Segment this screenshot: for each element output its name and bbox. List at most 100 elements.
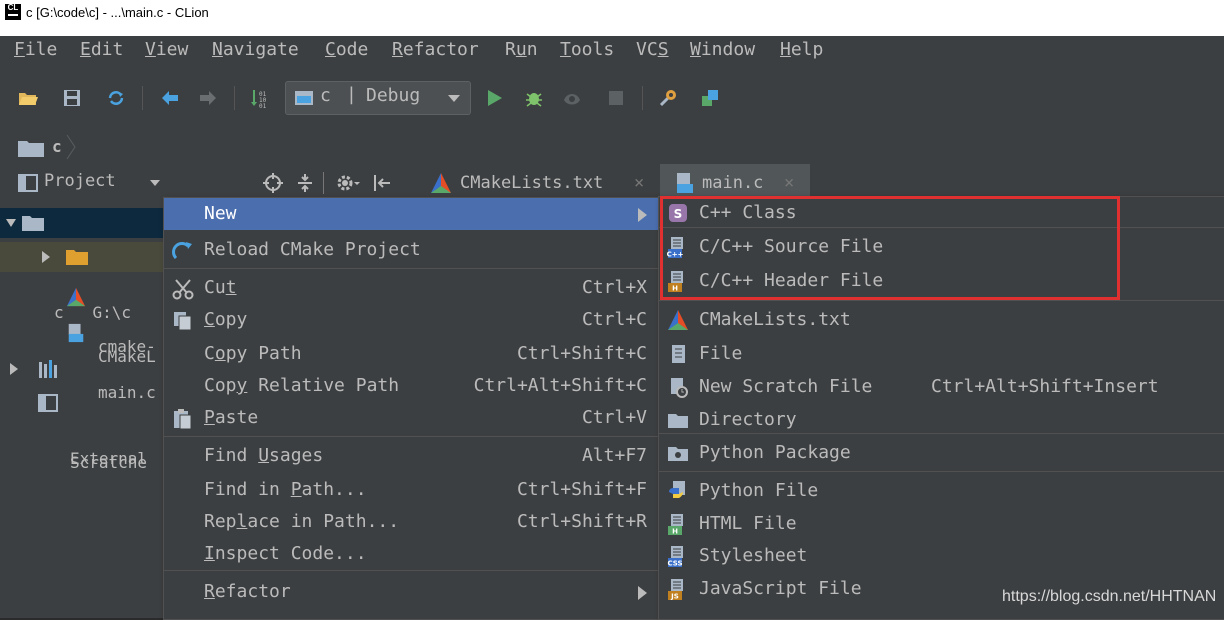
- menu-item-label: JavaScript File: [699, 578, 862, 599]
- tree-item-cmakelists[interactable]: CMakeL: [0, 282, 165, 366]
- folder-icon: [18, 141, 44, 157]
- context-menu-item-copy-path[interactable]: Copy Path Ctrl+Shift+C: [164, 338, 658, 370]
- cmake-icon: [431, 173, 451, 193]
- debug-bug-icon[interactable]: [524, 88, 544, 108]
- menu-item-shortcut: Ctrl+Alt+Shift+Insert: [931, 376, 1159, 397]
- tree-item-label: Scratche: [70, 453, 148, 472]
- context-menu-item-replace-in-path[interactable]: Replace in Path... Ctrl+Shift+R: [164, 506, 658, 538]
- menu-help[interactable]: Help: [780, 39, 823, 60]
- tree-item-external-libraries[interactable]: External: [0, 354, 165, 468]
- javascript-file-icon: JS: [668, 579, 683, 600]
- menu-edit[interactable]: Edit: [80, 39, 123, 60]
- menu-code[interactable]: Code: [325, 39, 368, 60]
- menu-file[interactable]: File: [14, 39, 57, 60]
- menu-item-shortcut: Alt+F7: [581, 445, 647, 466]
- menu-navigate[interactable]: Navigate: [212, 39, 299, 60]
- paste-icon: [174, 409, 192, 430]
- profiler-icon[interactable]: [562, 88, 582, 108]
- collapse-all-icon[interactable]: [296, 173, 314, 193]
- c-file-icon: [68, 323, 84, 343]
- svg-text:01: 01: [259, 103, 267, 108]
- breadcrumb[interactable]: c: [52, 137, 62, 156]
- stylesheet-icon: CSS: [667, 546, 683, 567]
- annotation-highlight-box: [660, 196, 1120, 300]
- context-menu-item-cut[interactable]: Cut Ctrl+X: [164, 272, 658, 304]
- menu-tools[interactable]: Tools: [560, 39, 614, 60]
- project-structure-icon[interactable]: [700, 88, 720, 108]
- context-menu-item-refactor[interactable]: Refactor: [164, 576, 658, 608]
- menu-vcs[interactable]: VCS: [636, 39, 669, 60]
- menu-item-label: Inspect Code...: [204, 543, 367, 564]
- project-view-selector[interactable]: Project: [44, 162, 116, 198]
- run-configuration-selector[interactable]: c | Debug: [285, 81, 471, 115]
- tree-item-root[interactable]: c G:\c: [0, 208, 165, 322]
- new-submenu-item-new-scratch-file[interactable]: New Scratch File Ctrl+Alt+Shift+Insert: [659, 371, 1224, 403]
- run-config-target: c: [320, 85, 331, 106]
- context-menu-item-reload-cmake-project[interactable]: Reload CMake Project: [164, 234, 658, 266]
- context-menu-item-copy-relative-path[interactable]: Copy Relative Path Ctrl+Alt+Shift+C: [164, 370, 658, 402]
- context-menu-item-inspect-code[interactable]: Inspect Code...: [164, 538, 658, 570]
- save-icon[interactable]: [62, 88, 82, 108]
- hide-panel-icon[interactable]: [372, 173, 392, 193]
- python-file-icon: [669, 481, 685, 498]
- new-submenu-item-stylesheet[interactable]: CSS Stylesheet: [659, 540, 1224, 572]
- context-menu-item-find-usages[interactable]: Find Usages Alt+F7: [164, 440, 658, 472]
- menu-item-label: New Scratch File: [699, 376, 873, 397]
- close-icon[interactable]: ×: [784, 164, 794, 200]
- menu-item-label: Copy: [204, 309, 248, 330]
- project-window-icon: [18, 174, 38, 192]
- menu-view[interactable]: View: [145, 39, 188, 60]
- cmake-icon: [66, 287, 86, 307]
- gear-icon[interactable]: [336, 173, 360, 193]
- new-submenu-item-file[interactable]: File: [659, 338, 1224, 370]
- locate-target-icon[interactable]: [263, 173, 283, 193]
- directory-icon: [668, 414, 688, 428]
- open-folder-icon[interactable]: [18, 88, 38, 108]
- new-submenu-item-directory[interactable]: Directory: [659, 404, 1224, 436]
- tree-item-main-c[interactable]: main.c: [0, 318, 165, 402]
- context-menu-item-new[interactable]: New: [164, 198, 658, 230]
- c-file-icon: [677, 173, 693, 193]
- scratches-icon: [38, 394, 58, 412]
- build-icon[interactable]: 011001: [250, 88, 270, 108]
- new-submenu-item-cmakelists-txt[interactable]: CMakeLists.txt: [659, 304, 1224, 336]
- menu-item-label: Find in Path...: [204, 479, 367, 500]
- folder-icon: [22, 216, 44, 231]
- settings-wrench-icon[interactable]: [658, 88, 678, 108]
- new-submenu-item-html-file[interactable]: H HTML File: [659, 508, 1224, 540]
- menu-item-label: Stylesheet: [699, 545, 808, 566]
- menu-item-label: Paste: [204, 407, 259, 428]
- tree-item-scratches[interactable]: Scratche: [0, 388, 165, 472]
- chevron-down-icon[interactable]: [150, 180, 160, 186]
- window-title-bar: CL c [G:\code\c] - ...\main.c - CLion: [0, 0, 1224, 36]
- context-menu-item-copy[interactable]: Copy Ctrl+C: [164, 304, 658, 336]
- submenu-arrow-icon: [638, 586, 647, 600]
- menu-item-shortcut: Ctrl+Shift+C: [516, 343, 647, 364]
- context-menu-item-find-in-path[interactable]: Find in Path... Ctrl+Shift+F: [164, 474, 658, 506]
- breadcrumb-separator-icon: [66, 134, 76, 160]
- close-icon[interactable]: ×: [634, 164, 644, 200]
- context-menu-item-paste[interactable]: Paste Ctrl+V: [164, 402, 658, 434]
- menu-refactor[interactable]: Refactor: [392, 39, 479, 60]
- menu-item-shortcut: Ctrl+C: [581, 309, 647, 330]
- forward-arrow-icon[interactable]: [198, 88, 218, 108]
- new-submenu-item-python-package[interactable]: Python Package: [659, 437, 1224, 469]
- python-package-icon: [668, 447, 688, 461]
- back-arrow-icon[interactable]: [160, 88, 180, 108]
- expand-arrow-icon[interactable]: [6, 219, 16, 227]
- synchronize-icon[interactable]: [106, 88, 126, 108]
- menu-item-label: Directory: [699, 409, 797, 430]
- expand-arrow-icon[interactable]: [42, 251, 50, 263]
- menu-run[interactable]: Run: [505, 39, 538, 60]
- run-icon[interactable]: [484, 88, 504, 108]
- file-icon: [672, 345, 685, 363]
- new-submenu-item-python-file[interactable]: Python File: [659, 475, 1224, 507]
- cmake-icon: [668, 310, 688, 330]
- tree-item-cmake-build[interactable]: cmake-: [0, 242, 165, 356]
- tab-cmakelists[interactable]: CMakeLists.txt ×: [420, 164, 656, 200]
- menu-window[interactable]: Window: [690, 39, 755, 60]
- tab-main-c[interactable]: main.c ×: [660, 164, 810, 200]
- stop-icon[interactable]: [606, 88, 626, 108]
- expand-arrow-icon[interactable]: [10, 363, 18, 375]
- project-tree: c G:\c cmake- CMakeL main.c External Scr…: [0, 200, 165, 618]
